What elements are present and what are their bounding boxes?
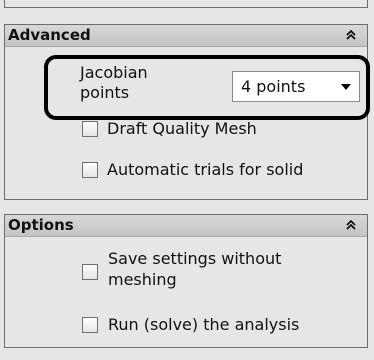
automatic-trials-label[interactable]: Automatic trials for solid — [107, 160, 303, 180]
advanced-panel-header[interactable]: Advanced — [5, 25, 367, 47]
double-chevron-up-icon[interactable] — [343, 217, 359, 233]
double-chevron-up-icon[interactable] — [343, 27, 359, 43]
previous-panel-bottom — [4, 0, 368, 8]
options-panel-header[interactable]: Options — [5, 215, 367, 237]
save-settings-label-line1[interactable]: Save settings without — [108, 249, 281, 269]
property-manager: Advanced Jacobian points 4 points Draft … — [0, 0, 374, 360]
jacobian-points-value: 4 points — [241, 77, 306, 96]
jacobian-points-label: Jacobian points — [80, 63, 148, 102]
save-settings-checkbox[interactable] — [82, 264, 98, 280]
draft-quality-checkbox[interactable] — [82, 121, 98, 137]
save-settings-label-line2[interactable]: meshing — [108, 270, 177, 290]
draft-quality-label[interactable]: Draft Quality Mesh — [107, 119, 257, 139]
run-analysis-label[interactable]: Run (solve) the analysis — [108, 315, 299, 335]
dropdown-arrow-icon[interactable] — [341, 84, 351, 90]
run-analysis-checkbox[interactable] — [82, 317, 98, 333]
automatic-trials-checkbox[interactable] — [82, 162, 98, 178]
advanced-panel-title: Advanced — [8, 26, 91, 44]
jacobian-points-select[interactable]: 4 points — [232, 71, 360, 102]
options-panel-title: Options — [8, 216, 74, 234]
